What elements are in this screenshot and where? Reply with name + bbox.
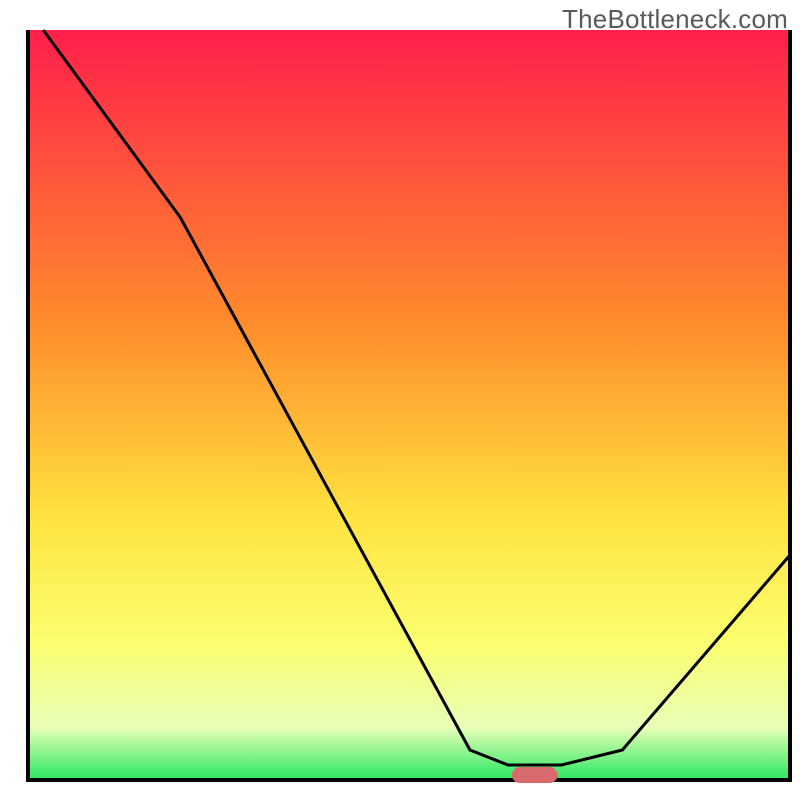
gradient-background: [28, 30, 790, 780]
optimum-marker: [512, 767, 558, 783]
chart-container: TheBottleneck.com: [0, 0, 800, 800]
bottleneck-chart: [0, 0, 800, 800]
watermark-text: TheBottleneck.com: [562, 4, 788, 35]
